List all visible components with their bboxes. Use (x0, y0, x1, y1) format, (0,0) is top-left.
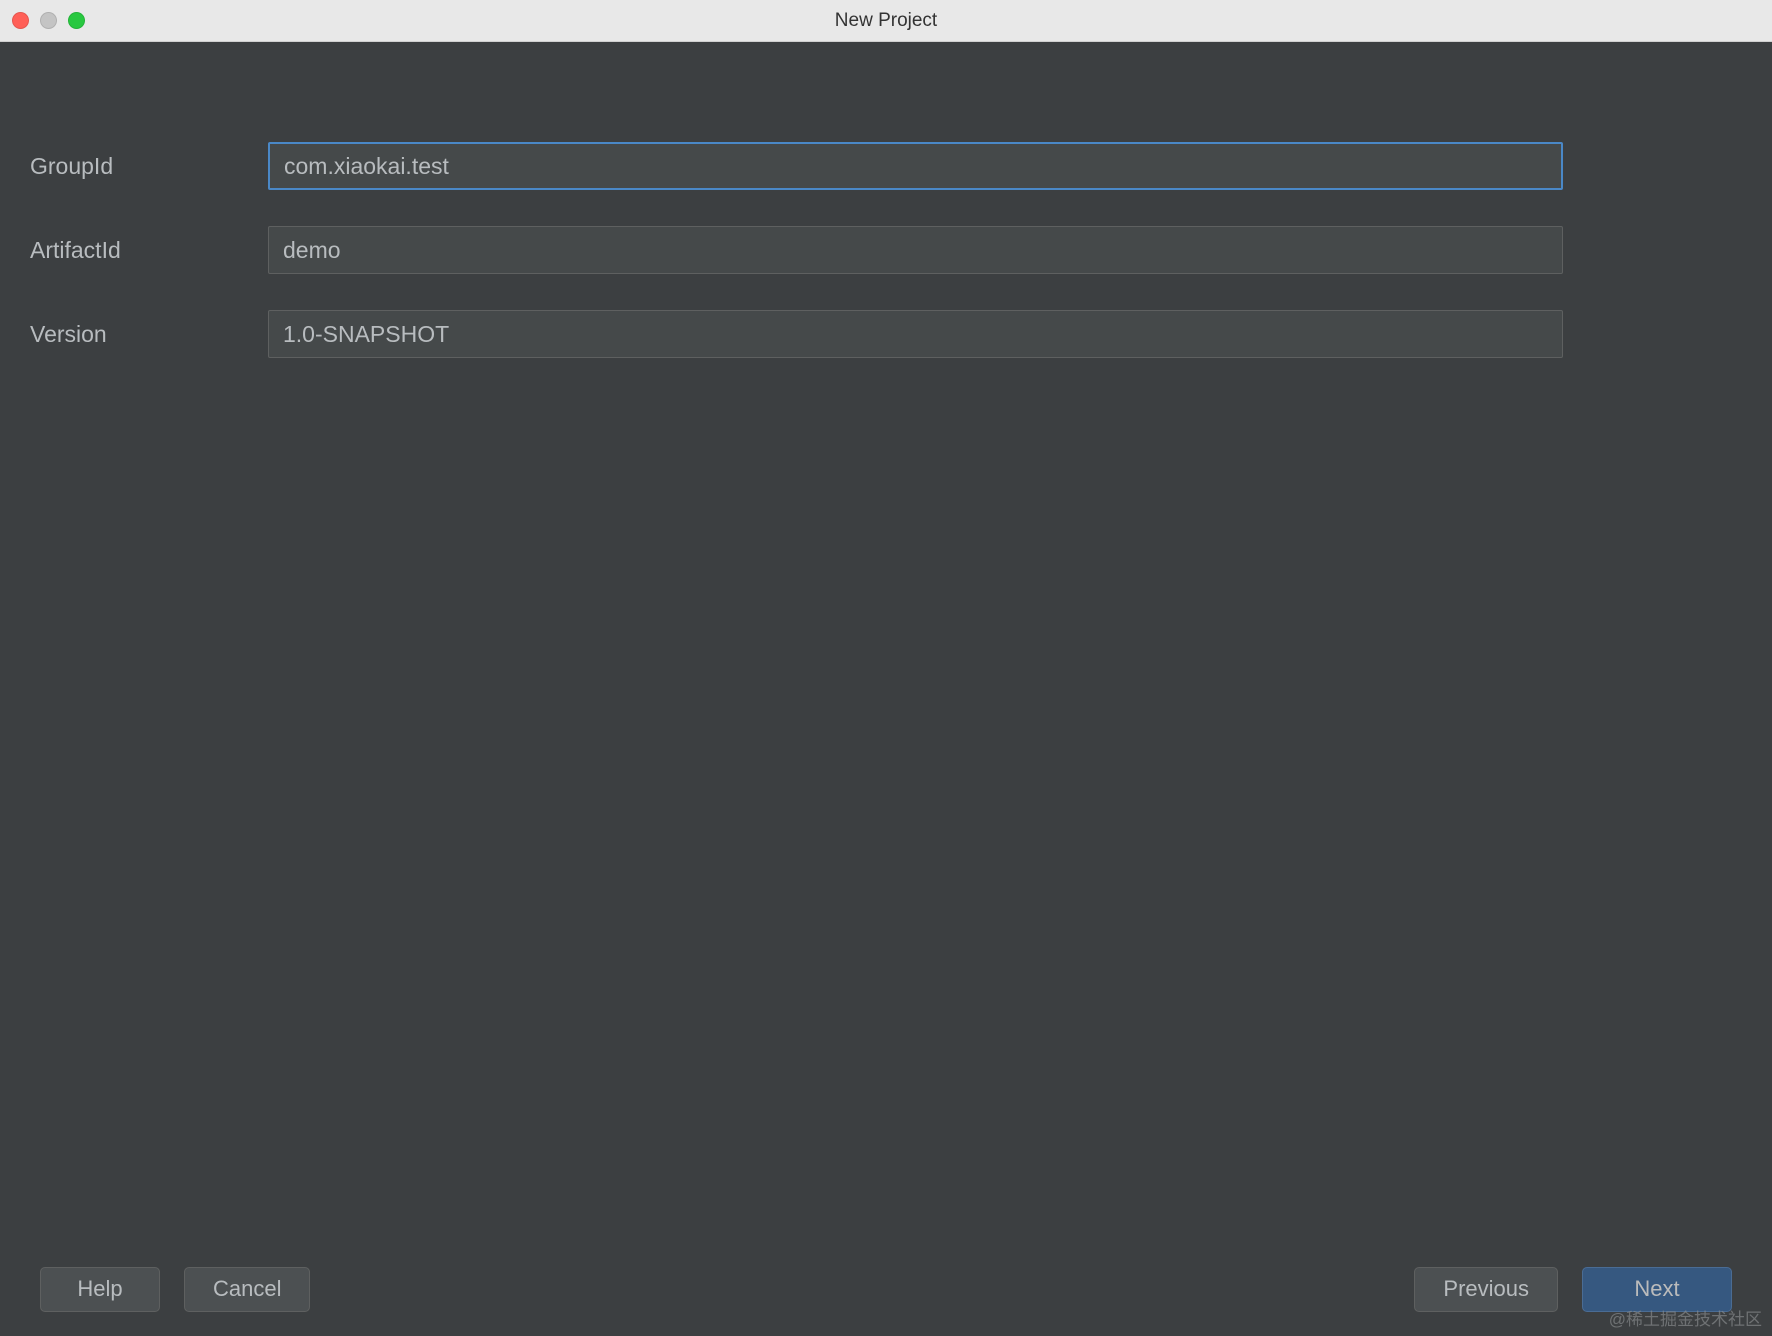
artifactid-label: ArtifactId (30, 237, 268, 264)
footer: Help Cancel Previous Next (0, 1256, 1772, 1336)
close-icon[interactable] (12, 12, 29, 29)
groupid-input[interactable] (268, 142, 1563, 190)
groupid-label: GroupId (30, 153, 268, 180)
version-row: Version (30, 310, 1742, 358)
artifactid-input[interactable] (268, 226, 1563, 274)
traffic-lights (12, 12, 85, 29)
minimize-icon[interactable] (40, 12, 57, 29)
artifactid-row: ArtifactId (30, 226, 1742, 274)
cancel-button[interactable]: Cancel (184, 1267, 310, 1312)
previous-button[interactable]: Previous (1414, 1267, 1558, 1312)
help-button[interactable]: Help (40, 1267, 160, 1312)
footer-left: Help Cancel (40, 1267, 310, 1312)
version-label: Version (30, 321, 268, 348)
watermark: @稀土掘金技术社区 (1609, 1305, 1762, 1330)
groupid-row: GroupId (30, 142, 1742, 190)
content-area: GroupId ArtifactId Version (0, 42, 1772, 1256)
version-input[interactable] (268, 310, 1563, 358)
zoom-icon[interactable] (68, 12, 85, 29)
window-title: New Project (835, 10, 937, 32)
titlebar: New Project (0, 0, 1772, 42)
